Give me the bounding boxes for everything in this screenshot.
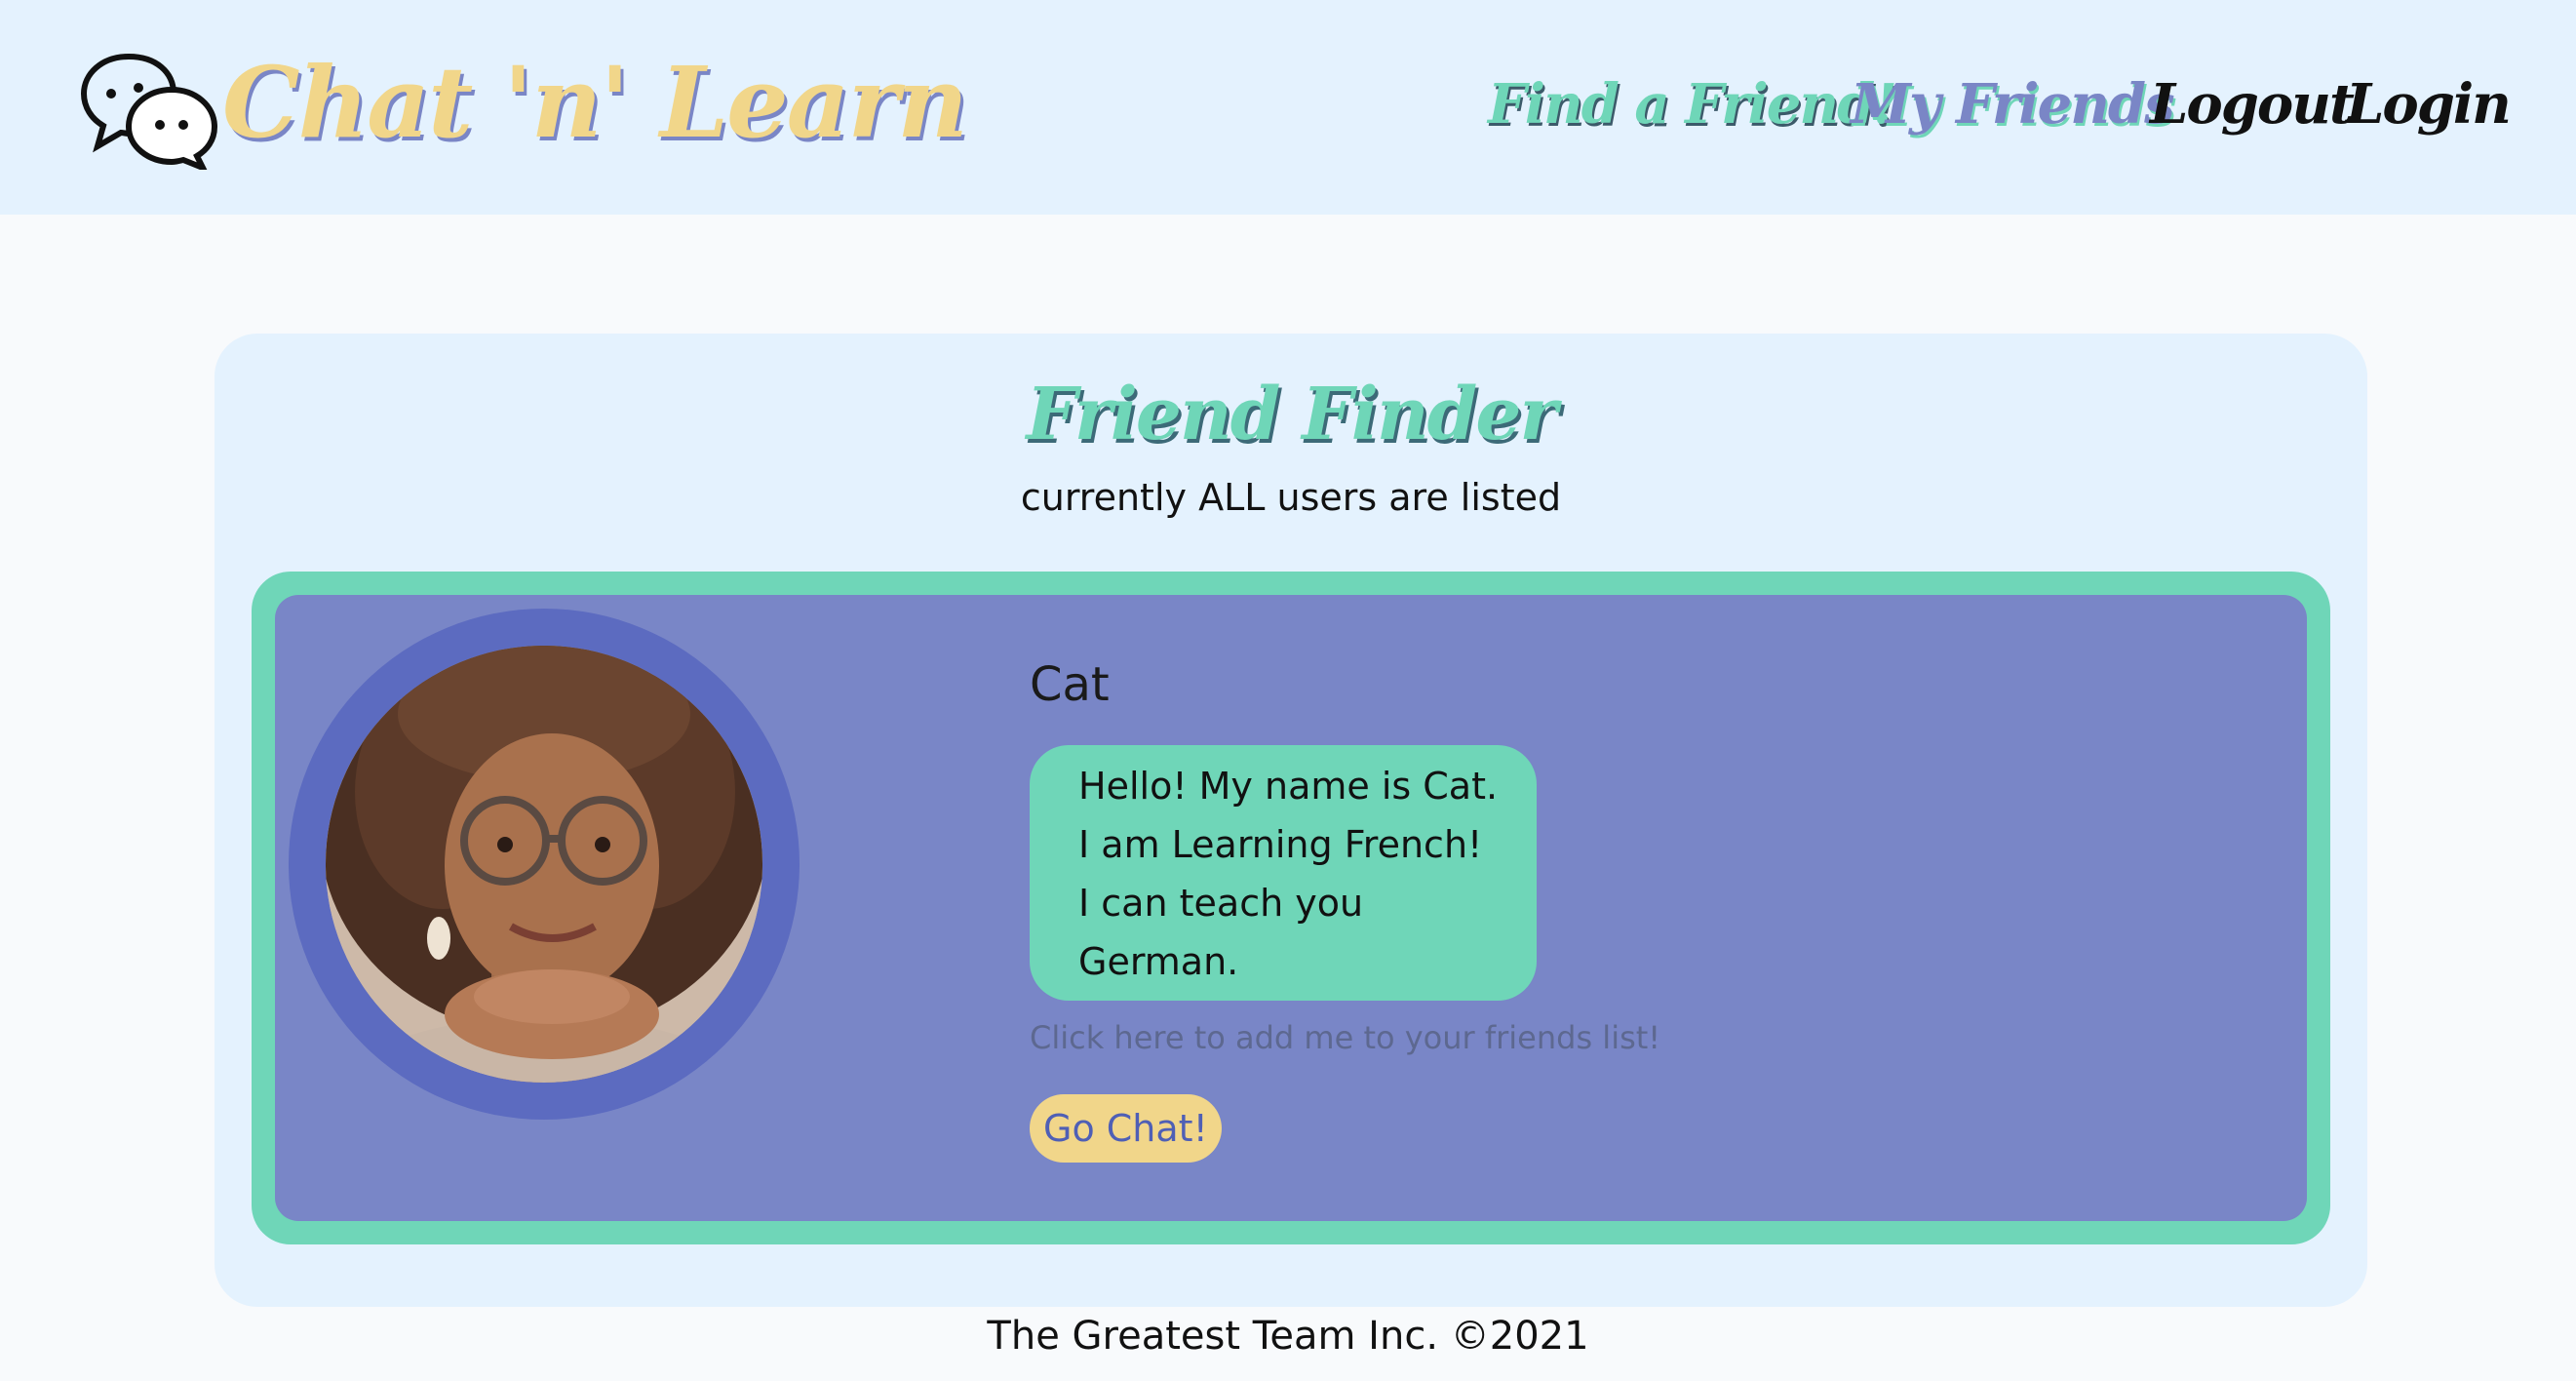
add-friend-link[interactable]: Click here to add me to your friends lis… [1030,1016,1660,1059]
site-header: Chat 'n' Learn Find a Friend! My Friends… [0,0,2576,215]
nav-find-a-friend[interactable]: Find a Friend! [1488,60,1897,148]
user-name: Cat [1030,657,1110,712]
brand-title[interactable]: Chat 'n' Learn [222,39,968,166]
nav-my-friends[interactable]: My Friends [1851,60,2175,148]
avatar-ring [289,609,800,1120]
chat-bubbles-icon[interactable] [78,51,220,170]
nav-login[interactable]: Login [2346,60,2512,148]
avatar-photo [326,646,762,1083]
page-title: Friend Finder [1026,373,1558,456]
user-bio: Hello! My name is Cat. I am Learning Fre… [1030,745,1537,1001]
avatar [326,646,762,1083]
user-card-body: Cat Hello! My name is Cat. I am Learning… [275,595,2307,1221]
footer: The Greatest Team Inc. ©2021 [987,1314,1589,1359]
friend-finder-panel: Friend Finder currently ALL users are li… [215,334,2367,1307]
user-card: Cat Hello! My name is Cat. I am Learning… [252,572,2330,1244]
go-chat-button[interactable]: Go Chat! [1030,1094,1222,1163]
nav-logout[interactable]: Logout [2150,60,2355,148]
page-subtitle: currently ALL users are listed [1020,476,1562,519]
